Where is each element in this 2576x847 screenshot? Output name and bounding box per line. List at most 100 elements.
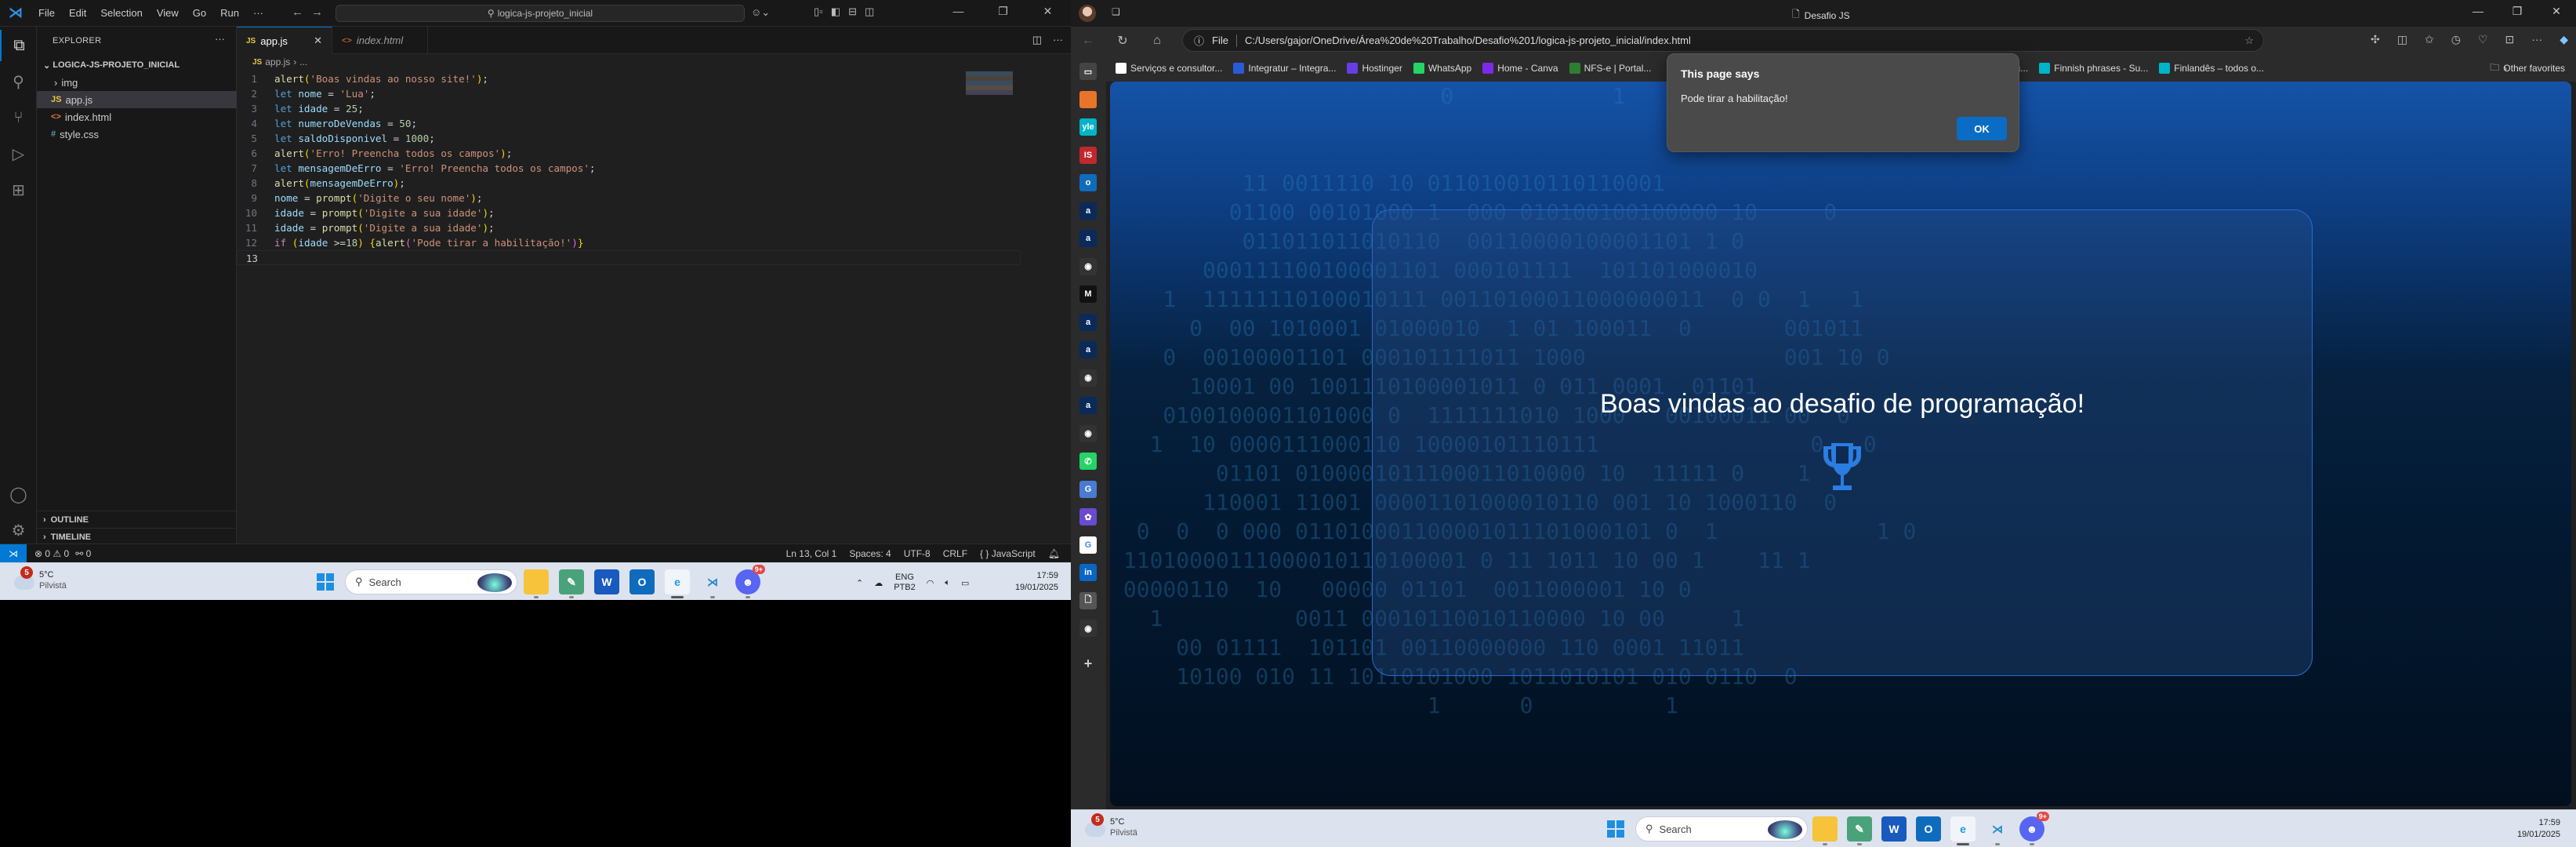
restore-button[interactable]: ❐ [981,5,1025,18]
browser-essentials-icon[interactable]: ♡ [2478,33,2488,46]
code-line[interactable]: 2 let nome = 'Lua'; [237,86,1021,101]
ok-button[interactable]: OK [1957,117,2007,140]
tab-index-html[interactable]: <> index.html [332,27,428,54]
remote-indicator-icon[interactable]: ⋊ [0,543,27,563]
sidebar-toggle-icon[interactable]: ▭ [1079,63,1097,80]
language-indicator[interactable]: ENG PTB2 [894,573,916,593]
split-screen-icon[interactable]: ◫ [2397,33,2407,46]
tree-item-img[interactable]: › img [37,74,237,91]
timeline-section[interactable]: › TIMELINE [37,528,237,545]
github-icon[interactable]: ◉ [1079,620,1097,637]
onedrive-cloud-icon[interactable]: ☁ [874,578,883,588]
favorite-item[interactable]: Finlandês – todos o... [2159,63,2264,74]
notifications-bell-icon[interactable]: 🔔︎ [1048,548,1060,559]
history-icon[interactable]: ◷ [2451,33,2461,46]
source-control-icon[interactable]: ⑂ [0,102,37,133]
menu-edit[interactable]: Edit [62,7,93,19]
outlook-icon[interactable]: O [1916,816,1941,842]
minimap[interactable] [966,71,1013,95]
split-editor-icon[interactable]: ◫ [1032,34,1042,46]
settings-more-icon[interactable]: ··· [2531,33,2542,46]
google-photos-icon[interactable]: ✿ [1079,508,1097,525]
menu-run[interactable]: Run [213,7,246,19]
bookmark-orange-icon[interactable] [1079,90,1097,108]
paint-icon[interactable]: ✎ [559,569,584,598]
alura-icon[interactable]: a [1079,230,1097,247]
code-line[interactable]: 3 let idade = 25; [237,101,1021,116]
menu-more[interactable]: ··· [246,7,270,19]
tree-item-index-html[interactable]: <> index.html [37,108,237,125]
discord-icon[interactable]: ☻ 9+ [735,565,765,598]
vscode-icon[interactable]: ⋊ [700,569,725,598]
tab-app-js[interactable]: JS app.js ✕ [237,27,332,54]
battery-icon[interactable]: ▭ [961,578,969,588]
project-folder[interactable]: ⌄ LOGICA-JS-PROJETO_INICIAL [37,56,237,74]
command-center-search[interactable]: ⚲ logica-js-projeto_inicial [336,5,745,22]
clock[interactable]: 17:59 19/01/2025 [996,570,1058,594]
alura-icon[interactable]: a [1079,397,1097,414]
restore-button[interactable]: ❐ [2498,5,2537,18]
extensions-icon[interactable]: ⊞ [0,174,37,205]
cursor-position[interactable]: Ln 13, Col 1 [786,548,837,559]
back-arrow-icon[interactable]: ← [292,5,311,19]
wifi-icon[interactable]: ◠ [927,578,934,588]
favorite-item[interactable]: WhatsApp [1413,63,1471,74]
github-icon[interactable]: ◉ [1079,424,1097,442]
line-ending[interactable]: CRLF [943,548,967,559]
word-icon[interactable]: W [1881,816,1907,842]
forward-arrow-icon[interactable]: → [311,5,331,19]
favorite-item[interactable]: Finnish phrases - Su... [2039,63,2148,74]
close-tab-icon[interactable]: ✕ [314,35,322,47]
problems-indicator[interactable]: ⊗ 0 ⚠ 0 [34,548,69,559]
outlook-icon[interactable]: O [629,569,655,594]
favorite-item[interactable]: Integratur – Integra... [1233,63,1336,74]
refresh-icon[interactable]: ↻ [1105,33,1140,49]
google-translate-icon[interactable]: G [1079,480,1097,498]
breadcrumb-file[interactable]: app.js [265,56,290,67]
code-line[interactable]: 5 let saldoDisponivel = 1000; [237,131,1021,146]
code-line[interactable]: 7 let mensagemDeErro = 'Erro! Preencha to… [237,161,1021,176]
other-favorites[interactable]: 🗀︎ Other favorites [2490,60,2565,77]
minimize-button[interactable]: — [2458,5,2498,18]
file-explorer-icon[interactable] [1812,816,1838,845]
explorer-icon[interactable]: ⧉ [0,30,37,61]
collections-icon[interactable]: ⊡ [2505,33,2514,46]
menu-view[interactable]: View [150,7,186,19]
toggle-panel-icon[interactable]: ⊟ [848,5,857,18]
tree-item-style-css[interactable]: # style.css [37,125,237,143]
google-icon[interactable]: G [1079,536,1097,554]
more-actions-icon[interactable]: ··· [1053,34,1063,46]
is-icon[interactable]: IS [1079,146,1097,164]
whatsapp-icon[interactable]: ✆ [1079,453,1097,470]
favorite-item[interactable]: Hostinger [1347,63,1402,74]
encoding[interactable]: UTF-8 [904,548,931,559]
tree-item-app-js[interactable]: JS app.js [37,91,237,108]
alura-icon[interactable]: a [1079,202,1097,220]
file-explorer-icon[interactable] [524,569,549,598]
code-line[interactable]: 1 alert('Boas vindas ao nosso site!'); [237,71,1021,86]
outlook-icon[interactable]: o [1079,174,1097,191]
search-icon[interactable]: ⚲ [0,66,37,97]
toggle-primary-sidebar-icon[interactable]: ◧ [831,5,840,18]
indentation[interactable]: Spaces: 4 [849,548,891,559]
minimize-button[interactable]: — [936,5,981,18]
start-windows-icon[interactable] [317,573,334,591]
breadcrumb-symbol[interactable]: ... [299,56,307,67]
menu-selection[interactable]: Selection [93,7,149,19]
more-actions-icon[interactable]: ··· [215,33,225,45]
copilot-icon[interactable]: ☺⌄ [751,6,770,19]
code-line[interactable]: 6 alert('Erro! Preencha todos os campos')… [237,146,1021,161]
customize-layout-icon[interactable]: ▯▫ [814,5,823,18]
code-line[interactable]: 8 alert(mensagemDeErro); [237,176,1021,191]
ports-indicator[interactable]: ⚯ 0 [75,548,91,559]
profile-avatar[interactable] [1079,5,1096,22]
word-icon[interactable]: W [594,569,619,594]
code-line[interactable]: 13 [237,250,1021,265]
paint-icon[interactable]: ✎ [1847,816,1872,845]
clock[interactable]: 17:59 19/01/2025 [2498,817,2560,841]
home-icon[interactable]: ⌂ [1140,34,1174,48]
yle-icon[interactable]: yle [1079,118,1097,136]
favorite-item[interactable]: Serviços e consultor... [1116,63,1222,74]
medium-icon[interactable]: M [1079,285,1097,303]
code-editor[interactable]: 1 alert('Boas vindas ao nosso site!'); 2 le… [237,71,1021,265]
